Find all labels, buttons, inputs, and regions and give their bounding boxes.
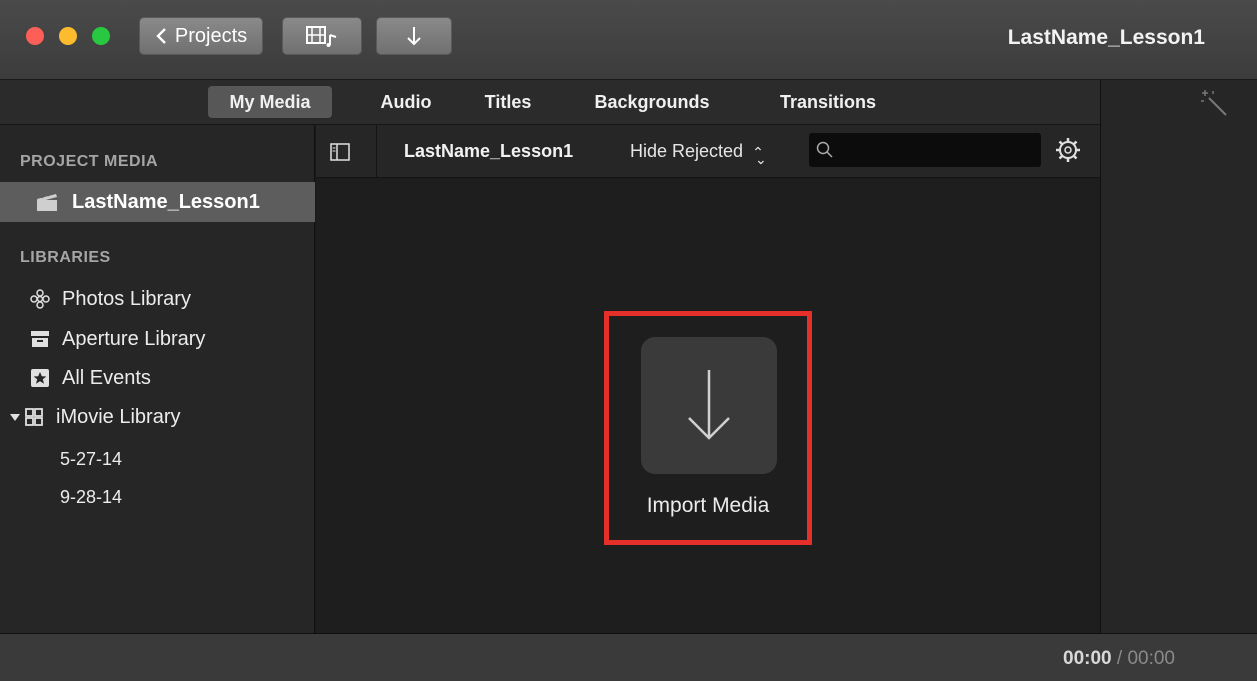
total-time: 00:00 [1127,648,1175,669]
inspector-panel [1100,80,1257,633]
sidebar-toggle-icon[interactable] [330,143,350,161]
project-item-label: LastName_Lesson1 [72,190,260,213]
tab-transitions[interactable]: Transitions [764,86,892,118]
media-toolbar: LastName_Lesson1 Hide Rejected ⌃⌃ [316,125,1100,178]
import-highlight-box [604,311,812,545]
libraries-heading: LIBRARIES [20,249,111,266]
chevron-left-icon [156,28,166,44]
up-down-chevron-icon: ⌃⌃ [752,144,767,167]
all-events-label: All Events [62,366,151,389]
minimize-window-button[interactable] [59,27,77,45]
import-button[interactable] [376,17,452,55]
tab-backgrounds[interactable]: Backgrounds [582,86,722,118]
filter-dropdown-label: Hide Rejected [630,141,744,161]
grid-icon [25,408,43,426]
sidebar-item-imovie-library[interactable]: iMovie Library [10,401,180,433]
flower-icon [30,289,50,309]
window-title: LastName_Lesson1 [1007,26,1205,49]
download-arrow-icon [407,27,421,46]
toolbar-divider [376,125,377,178]
current-time: 00:00 [1063,648,1112,669]
libraries-sidebar: PROJECT MEDIA LastName_Lesson1 LIBRARIES… [0,125,315,633]
star-box-icon [31,369,49,387]
media-browser-button[interactable] [282,17,362,55]
zoom-window-button[interactable] [92,27,110,45]
magic-wand-icon[interactable] [1199,88,1229,118]
tab-audio[interactable]: Audio [372,86,440,118]
tab-titles[interactable]: Titles [470,86,546,118]
close-window-button[interactable] [26,27,44,45]
time-separator: / [1116,648,1123,669]
imovie-library-label: iMovie Library [56,405,181,428]
search-field[interactable] [809,133,1041,167]
media-tabs: My Media Audio Titles Backgrounds Transi… [0,80,1100,125]
clapperboard-icon [37,193,57,211]
title-bar: Projects LastName_Lesson1 [0,0,1257,80]
timecode-display: 00:00 / 00:00 [1063,648,1175,670]
timecode-bar: 00:00 / 00:00 [0,633,1257,681]
aperture-box-icon [31,331,49,347]
film-music-icon [306,26,337,47]
tab-my-media[interactable]: My Media [208,86,332,118]
project-media-heading: PROJECT MEDIA [20,153,159,170]
photos-library-label: Photos Library [62,287,191,310]
projects-button[interactable]: Projects [139,17,263,55]
sidebar-item-aperture-library[interactable]: Aperture Library [30,323,205,355]
sidebar-item-event[interactable]: 5-27-14 [60,449,122,470]
search-icon [816,141,833,158]
sidebar-item-project[interactable]: LastName_Lesson1 [0,182,315,222]
aperture-library-label: Aperture Library [62,327,206,350]
sidebar-item-photos-library[interactable]: Photos Library [30,283,191,315]
disclosure-triangle-icon[interactable] [10,412,20,422]
gear-icon[interactable] [1054,136,1082,164]
sidebar-item-event[interactable]: 9-28-14 [60,487,122,508]
filter-dropdown[interactable]: Hide Rejected ⌃⌃ [630,141,767,167]
sidebar-item-all-events[interactable]: All Events [30,362,151,394]
projects-button-label: Projects [174,24,248,47]
current-library-name: LastName_Lesson1 [404,141,574,161]
